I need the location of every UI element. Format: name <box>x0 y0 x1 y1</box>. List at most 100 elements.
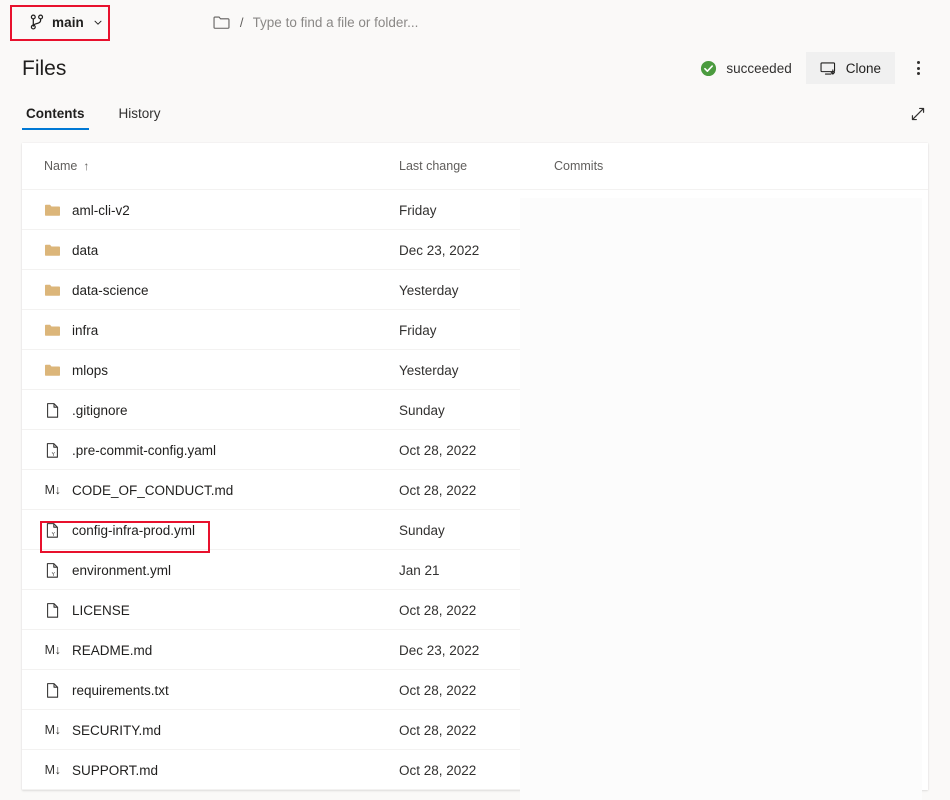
table-row[interactable]: M↓ README.md Dec 23, 2022 <box>22 630 928 670</box>
column-header-last-change[interactable]: Last change <box>399 159 554 173</box>
file-search-input[interactable] <box>253 15 583 30</box>
file-name-label: data <box>72 243 98 258</box>
last-change-cell: Yesterday <box>399 363 554 378</box>
file-name-cell[interactable]: Yenvironment.yml <box>44 562 399 579</box>
yaml-file-icon: Y <box>44 562 61 579</box>
markdown-file-icon: M↓ <box>44 642 61 659</box>
file-name-label: SUPPORT.md <box>72 763 158 778</box>
table-row[interactable]: M↓ SUPPORT.md Oct 28, 2022 <box>22 750 928 790</box>
column-header-name-label: Name <box>44 159 77 173</box>
tab-history[interactable]: History <box>115 106 165 130</box>
branch-icon <box>28 14 45 31</box>
last-change-cell: Oct 28, 2022 <box>399 723 554 738</box>
clone-icon <box>820 60 838 77</box>
page-title: Files <box>22 58 66 79</box>
folder-filled-icon <box>44 362 61 379</box>
path-separator: / <box>240 15 244 30</box>
last-change-cell: Friday <box>399 323 554 338</box>
file-name-cell[interactable]: data <box>44 242 399 259</box>
table-row[interactable]: data-science Yesterday <box>22 270 928 310</box>
folder-icon[interactable] <box>213 14 231 31</box>
file-name-cell[interactable]: Yconfig-infra-prod.yml <box>44 522 399 539</box>
table-row[interactable]: LICENSEOct 28, 2022 <box>22 590 928 630</box>
file-name-cell[interactable]: data-science <box>44 282 399 299</box>
branch-selector[interactable]: main <box>22 10 111 35</box>
last-change-cell: Yesterday <box>399 283 554 298</box>
status-badge: succeeded <box>700 60 791 77</box>
last-change-cell: Oct 28, 2022 <box>399 763 554 778</box>
table-row[interactable]: M↓CODE_OF_CONDUCT.mdOct 28, 2022 <box>22 470 928 510</box>
column-header-commits-label: Commits <box>554 159 603 173</box>
last-change-cell: Oct 28, 2022 <box>399 443 554 458</box>
table-row[interactable]: data Dec 23, 2022 <box>22 230 928 270</box>
tab-contents-label: Contents <box>26 106 85 121</box>
yaml-file-icon: Y <box>44 442 61 459</box>
file-name-label: data-science <box>72 283 149 298</box>
file-name-label: .pre-commit-config.yaml <box>72 443 216 458</box>
header-actions: succeeded Clone <box>700 52 928 84</box>
files-table: Name ↑ Last change Commits aml-cli-v2 Fri… <box>22 143 928 790</box>
file-name-cell[interactable]: Y .pre-commit-config.yaml <box>44 442 399 459</box>
markdown-file-icon: M↓ <box>44 762 61 779</box>
file-name-label: CODE_OF_CONDUCT.md <box>72 483 233 498</box>
file-name-label: README.md <box>72 643 152 658</box>
last-change-cell: Oct 28, 2022 <box>399 603 554 618</box>
tab-bar: Contents History <box>0 92 950 130</box>
table-row[interactable]: M↓SECURITY.mdOct 28, 2022 <box>22 710 928 750</box>
table-row[interactable]: Yenvironment.ymlJan 21 <box>22 550 928 590</box>
clone-button[interactable]: Clone <box>806 52 895 84</box>
last-change-cell: Dec 23, 2022 <box>399 643 554 658</box>
branch-selector-wrap: main <box>22 10 111 35</box>
file-name-cell[interactable]: requirements.txt <box>44 682 399 699</box>
yaml-file-icon: Y <box>44 522 61 539</box>
file-name-cell[interactable]: LICENSE <box>44 602 399 619</box>
last-change-cell: Dec 23, 2022 <box>399 243 554 258</box>
generic-file-icon <box>44 602 61 619</box>
file-name-label: requirements.txt <box>72 683 169 698</box>
folder-filled-icon <box>44 282 61 299</box>
file-name-label: infra <box>72 323 98 338</box>
table-row[interactable]: aml-cli-v2 Friday <box>22 190 928 230</box>
markdown-file-icon: M↓ <box>44 722 61 739</box>
column-header-commits[interactable]: Commits <box>554 159 928 173</box>
table-row[interactable]: Yconfig-infra-prod.ymlSunday <box>22 510 928 550</box>
table-row[interactable]: mlops Yesterday <box>22 350 928 390</box>
file-name-label: mlops <box>72 363 108 378</box>
column-header-name[interactable]: Name ↑ <box>44 159 399 173</box>
file-name-cell[interactable]: .gitignore <box>44 402 399 419</box>
chevron-down-icon <box>91 14 103 31</box>
file-name-cell[interactable]: M↓ README.md <box>44 642 399 659</box>
last-change-cell: Oct 28, 2022 <box>399 683 554 698</box>
file-name-cell[interactable]: M↓ SUPPORT.md <box>44 762 399 779</box>
table-row[interactable]: Y .pre-commit-config.yaml Oct 28, 2022 <box>22 430 928 470</box>
table-header-row: Name ↑ Last change Commits <box>22 143 928 190</box>
folder-filled-icon <box>44 242 61 259</box>
branch-name: main <box>52 15 84 30</box>
table-row[interactable]: requirements.txt Oct 28, 2022 <box>22 670 928 710</box>
file-name-cell[interactable]: aml-cli-v2 <box>44 202 399 219</box>
last-change-cell: Oct 28, 2022 <box>399 483 554 498</box>
path-breadcrumb-area: / <box>213 14 583 31</box>
tab-contents[interactable]: Contents <box>22 106 89 130</box>
file-name-label: .gitignore <box>72 403 128 418</box>
file-name-cell[interactable]: infra <box>44 322 399 339</box>
more-options-button[interactable] <box>909 53 928 83</box>
top-bar: main / <box>0 0 950 44</box>
expand-diagonal-icon <box>909 105 926 122</box>
check-circle-icon <box>700 60 717 77</box>
file-name-cell[interactable]: M↓CODE_OF_CONDUCT.md <box>44 482 399 499</box>
table-row[interactable]: infra Friday <box>22 310 928 350</box>
last-change-cell: Sunday <box>399 403 554 418</box>
page-header: Files succeeded Clone <box>0 44 950 92</box>
table-row[interactable]: .gitignore Sunday <box>22 390 928 430</box>
folder-filled-icon <box>44 322 61 339</box>
generic-file-icon <box>44 682 61 699</box>
file-name-cell[interactable]: M↓SECURITY.md <box>44 722 399 739</box>
file-name-cell[interactable]: mlops <box>44 362 399 379</box>
last-change-cell: Friday <box>399 203 554 218</box>
file-name-label: environment.yml <box>72 563 171 578</box>
last-change-cell: Sunday <box>399 523 554 538</box>
generic-file-icon <box>44 402 61 419</box>
expand-button[interactable] <box>907 105 928 130</box>
file-name-label: aml-cli-v2 <box>72 203 130 218</box>
